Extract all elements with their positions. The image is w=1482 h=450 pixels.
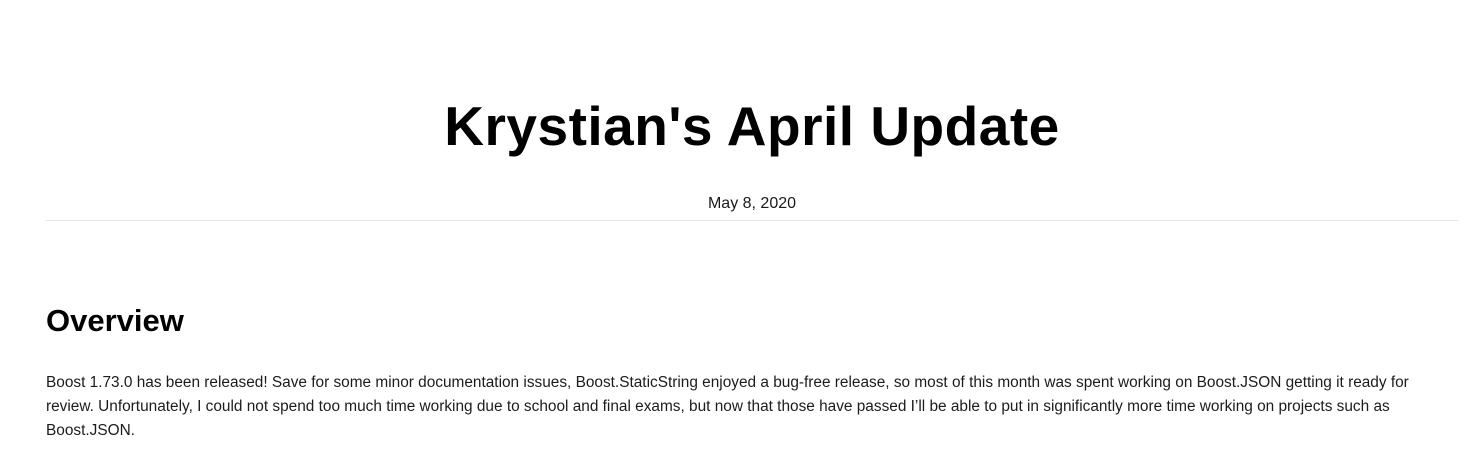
header-divider (46, 220, 1458, 221)
overview-paragraph: Boost 1.73.0 has been released! Save for… (46, 374, 1409, 439)
post-date: May 8, 2020 (707, 195, 797, 212)
section-heading-overview: Overview (46, 303, 184, 338)
page-title: Krystian's April Update (444, 95, 1060, 157)
